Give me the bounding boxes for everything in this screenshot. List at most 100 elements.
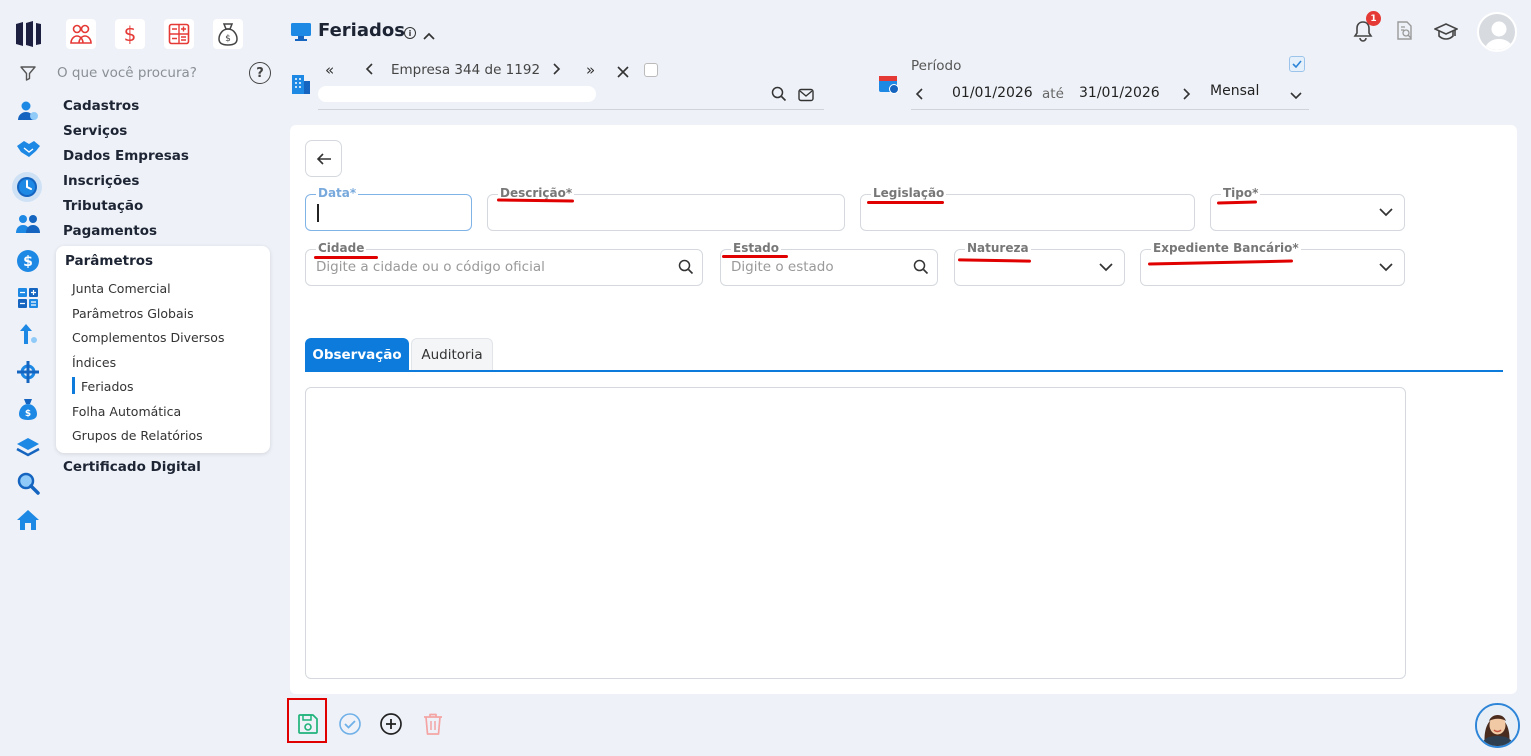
period-checkbox[interactable] (1289, 56, 1305, 72)
natureza-select[interactable]: Natureza (954, 241, 1125, 286)
collapse-chevron-icon[interactable] (422, 26, 436, 45)
company-name-field[interactable] (318, 86, 596, 102)
text-cursor (317, 204, 319, 222)
submenu-indices[interactable]: Índices (72, 355, 116, 370)
accounting-module-icon[interactable] (164, 19, 194, 49)
next-company-icon[interactable] (551, 61, 561, 81)
tab-auditoria[interactable]: Auditoria (411, 338, 493, 371)
menu-servicos[interactable]: Serviços (63, 123, 127, 139)
observacao-textarea[interactable] (305, 387, 1406, 679)
page-title: Feriados (318, 20, 405, 41)
prev-company-icon[interactable] (365, 61, 375, 81)
submenu-folha-automatica[interactable]: Folha Automática (72, 404, 181, 419)
growth-icon[interactable] (14, 322, 42, 346)
tax-module-icon[interactable]: $ (213, 19, 243, 49)
menu-certificado-digital[interactable]: Certificado Digital (63, 459, 201, 475)
back-button[interactable] (305, 140, 342, 177)
submenu-panel: Parâmetros (56, 246, 270, 453)
assistant-avatar[interactable] (1475, 703, 1520, 748)
menu-cadastros[interactable]: Cadastros (63, 98, 139, 114)
clock-icon[interactable] (12, 172, 42, 202)
period-start-input[interactable]: 01/01/2026 (952, 85, 1033, 101)
help-icon[interactable]: ? (249, 62, 271, 84)
network-icon[interactable] (14, 360, 42, 384)
submenu-feriados[interactable]: Feriados (81, 379, 134, 394)
filter-icon[interactable] (14, 61, 42, 85)
cidade-field[interactable]: Cidade Digite a cidade ou o código ofici… (305, 241, 703, 286)
company-underline (318, 109, 824, 110)
cadastros-icon[interactable] (14, 99, 42, 123)
annotation-underline-cidade (314, 256, 378, 259)
estado-placeholder: Digite o estado (731, 259, 834, 275)
add-button[interactable] (379, 712, 403, 740)
layers-icon[interactable] (14, 435, 42, 459)
period-end-input[interactable]: 31/01/2026 (1079, 85, 1160, 101)
document-search-icon[interactable] (1396, 21, 1414, 45)
people-module-icon[interactable] (66, 19, 96, 49)
expediente-select[interactable]: Expediente Bancário* (1140, 241, 1405, 286)
legislacao-field[interactable]: Legislação (860, 186, 1195, 231)
submenu-title[interactable]: Parâmetros (65, 253, 153, 269)
company-checkbox[interactable] (644, 63, 658, 77)
menu-inscricoes[interactable]: Inscrições (63, 173, 139, 189)
period-until-label: até (1042, 86, 1064, 102)
magnifier-icon[interactable] (14, 471, 42, 495)
graduation-cap-icon[interactable] (1433, 22, 1459, 46)
cidade-search-icon[interactable] (678, 259, 694, 275)
company-label: Empresa (391, 62, 451, 78)
handshake-icon[interactable] (14, 137, 42, 161)
delete-button[interactable] (422, 712, 444, 740)
building-icon (290, 73, 312, 99)
tipo-chevron-down-icon (1379, 208, 1393, 217)
data-label: Data* (316, 186, 359, 200)
notification-badge: 1 (1366, 11, 1381, 26)
data-field[interactable]: Data* (305, 186, 472, 231)
tipo-label: Tipo* (1221, 186, 1261, 200)
prev-period-icon[interactable] (915, 86, 925, 106)
info-icon[interactable]: i (404, 27, 416, 39)
annotation-underline-estado (722, 255, 788, 258)
period-underline (911, 109, 1309, 110)
mail-icon[interactable] (798, 87, 814, 106)
svg-text:$: $ (25, 409, 31, 419)
calculator-icon[interactable] (14, 286, 42, 310)
user-avatar[interactable] (1477, 12, 1517, 52)
first-company-icon[interactable]: « (325, 61, 334, 79)
natureza-label: Natureza (965, 241, 1031, 255)
submenu-complementos-diversos[interactable]: Complementos Diversos (72, 330, 224, 345)
estado-label: Estado (731, 241, 782, 255)
finance-module-icon[interactable]: $ (115, 19, 145, 49)
expediente-chevron-down-icon (1379, 263, 1393, 272)
tab-underline (305, 370, 1503, 372)
submenu-junta-comercial[interactable]: Junta Comercial (72, 281, 171, 296)
calendar-icon (878, 73, 900, 99)
company-current: 344 (454, 62, 481, 78)
expediente-label: Expediente Bancário* (1151, 241, 1301, 255)
dollar-icon[interactable]: $ (14, 249, 42, 273)
tab-observacao[interactable]: Observação (305, 338, 409, 371)
annotation-underline-legislacao (867, 201, 944, 204)
home-icon[interactable] (14, 508, 42, 532)
submenu-grupos-relatorios[interactable]: Grupos de Relatórios (72, 428, 203, 443)
users-icon[interactable] (14, 212, 42, 236)
estado-search-icon[interactable] (913, 259, 929, 275)
period-mode-select[interactable]: Mensal (1210, 83, 1259, 99)
confirm-button[interactable] (338, 712, 362, 740)
next-period-icon[interactable] (1181, 86, 1191, 106)
clear-company-icon[interactable] (617, 63, 629, 82)
submenu-parametros-globais[interactable]: Parâmetros Globais (72, 306, 194, 321)
active-indicator (72, 377, 75, 394)
tipo-select[interactable]: Tipo* (1210, 186, 1405, 231)
menu-dados-empresas[interactable]: Dados Empresas (63, 148, 189, 164)
menu-tributacao[interactable]: Tributação (63, 198, 143, 214)
natureza-chevron-down-icon (1099, 263, 1113, 272)
app-logo[interactable] (14, 20, 44, 48)
period-mode-chevron-icon[interactable] (1289, 86, 1303, 105)
money-bag-icon[interactable]: $ (14, 397, 42, 421)
sidebar-search-input[interactable]: O que você procura? (57, 65, 197, 81)
company-search-icon[interactable] (771, 86, 787, 106)
save-button[interactable] (296, 712, 320, 740)
last-company-icon[interactable]: » (586, 61, 595, 79)
monitor-icon (290, 22, 312, 46)
menu-pagamentos[interactable]: Pagamentos (63, 223, 157, 239)
